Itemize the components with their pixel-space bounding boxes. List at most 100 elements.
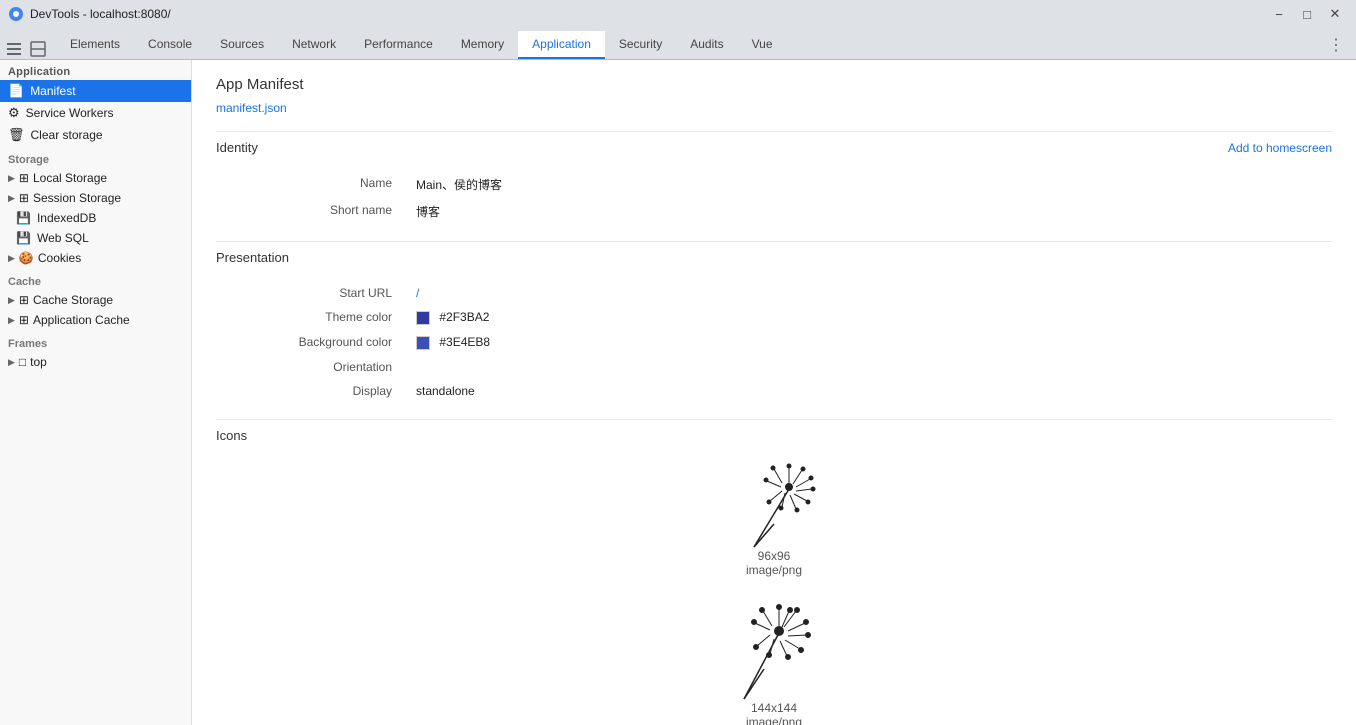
devtools-tabbar: Elements Console Sources Network Perform… xyxy=(0,28,1356,60)
main-area: Application 📄 Manifest ⚙ Service Workers… xyxy=(0,60,1356,725)
name-row: Name Main、侯的博客 xyxy=(216,171,1332,198)
theme-color-row: Theme color #2F3BA2 xyxy=(216,305,1332,330)
cookies-icon: 🍪 xyxy=(19,251,34,265)
expand-arrow-application-cache: ▶ xyxy=(8,315,15,326)
content-inner: App Manifest manifest.json Identity Add … xyxy=(192,60,1356,725)
display-value: standalone xyxy=(416,379,1332,403)
sidebar-item-top[interactable]: ▶ □ top xyxy=(0,352,191,372)
sidebar-label-service-workers: Service Workers xyxy=(26,106,114,120)
presentation-section-header: Presentation xyxy=(216,241,1332,269)
tab-performance[interactable]: Performance xyxy=(350,31,447,59)
content-area: App Manifest manifest.json Identity Add … xyxy=(192,60,1356,725)
icon-entry-144: 144x144 image/png xyxy=(216,601,1332,725)
sidebar-item-clear-storage[interactable]: 🗑 Clear storage xyxy=(0,124,191,146)
sidebar-label-cache-storage: Cache Storage xyxy=(33,293,113,307)
clear-storage-icon: 🗑 xyxy=(8,127,25,143)
tab-security[interactable]: Security xyxy=(605,31,676,59)
sidebar: Application 📄 Manifest ⚙ Service Workers… xyxy=(0,60,192,725)
sidebar-item-indexeddb[interactable]: 💾 IndexedDB xyxy=(0,208,191,228)
indexeddb-icon: 💾 xyxy=(16,211,31,225)
expand-arrow-local-storage: ▶ xyxy=(8,173,15,184)
titlebar-controls: − □ ✕ xyxy=(1266,4,1348,24)
sidebar-label-manifest: Manifest xyxy=(30,84,75,98)
bg-color-label: Background color xyxy=(216,330,416,355)
tab-audits[interactable]: Audits xyxy=(676,31,737,59)
icon-entry-96: 96x96 image/png xyxy=(216,459,1332,577)
bg-color-value: #3E4EB8 xyxy=(416,330,1332,355)
identity-title: Identity xyxy=(216,140,258,155)
add-to-homescreen-link[interactable]: Add to homescreen xyxy=(1228,141,1332,155)
titlebar: DevTools - localhost:8080/ − □ ✕ xyxy=(0,0,1356,28)
session-storage-grid-icon: ⊞ xyxy=(19,191,29,205)
service-workers-icon: ⚙ xyxy=(8,105,20,121)
theme-color-label: Theme color xyxy=(216,305,416,330)
sidebar-label-session-storage: Session Storage xyxy=(33,191,121,205)
display-row: Display standalone xyxy=(216,379,1332,403)
sidebar-item-cache-storage[interactable]: ▶ ⊞ Cache Storage xyxy=(0,290,191,310)
sidebar-label-clear-storage: Clear storage xyxy=(31,128,103,142)
icons-section: 96x96 image/png xyxy=(216,459,1332,725)
titlebar-title: DevTools - localhost:8080/ xyxy=(30,7,171,21)
tab-console[interactable]: Console xyxy=(134,31,206,59)
short-name-value: 博客 xyxy=(416,198,1332,225)
tab-application[interactable]: Application xyxy=(518,31,605,59)
presentation-title: Presentation xyxy=(216,250,289,265)
sidebar-item-session-storage[interactable]: ▶ ⊞ Session Storage xyxy=(0,188,191,208)
devtools-menu-icon[interactable] xyxy=(4,39,24,59)
identity-section-header: Identity Add to homescreen xyxy=(216,131,1332,159)
sidebar-label-application-cache: Application Cache xyxy=(33,313,130,327)
start-url-label: Start URL xyxy=(216,281,416,305)
sidebar-item-local-storage[interactable]: ▶ ⊞ Local Storage xyxy=(0,168,191,188)
tab-sources[interactable]: Sources xyxy=(206,31,278,59)
dock-icon[interactable] xyxy=(28,39,48,59)
icon-image-144 xyxy=(709,601,839,701)
short-name-label: Short name xyxy=(216,198,416,225)
start-url-link[interactable]: / xyxy=(416,286,419,300)
sidebar-item-cookies[interactable]: ▶ 🍪 Cookies xyxy=(0,248,191,268)
orientation-value xyxy=(416,355,1332,379)
web-sql-icon: 💾 xyxy=(16,231,31,245)
icons-section-header: Icons xyxy=(216,419,1332,447)
local-storage-grid-icon: ⊞ xyxy=(19,171,29,185)
icon-type-144: image/png xyxy=(704,715,844,725)
tab-elements[interactable]: Elements xyxy=(56,31,134,59)
presentation-table: Start URL / Theme color #2F3BA2 Backgrou… xyxy=(216,281,1332,403)
application-cache-grid-icon: ⊞ xyxy=(19,313,29,327)
icon-size-144: 144x144 xyxy=(704,701,844,715)
titlebar-left: DevTools - localhost:8080/ xyxy=(8,6,171,22)
theme-color-value: #2F3BA2 xyxy=(416,305,1332,330)
sidebar-label-indexeddb: IndexedDB xyxy=(37,211,96,225)
manifest-json-link[interactable]: manifest.json xyxy=(216,101,287,115)
sidebar-label-local-storage: Local Storage xyxy=(33,171,107,185)
tab-memory[interactable]: Memory xyxy=(447,31,518,59)
sidebar-label-web-sql: Web SQL xyxy=(37,231,89,245)
start-url-row: Start URL / xyxy=(216,281,1332,305)
sidebar-item-manifest[interactable]: 📄 Manifest xyxy=(0,80,191,102)
close-button[interactable]: ✕ xyxy=(1322,4,1348,24)
sidebar-label-top: top xyxy=(30,355,47,369)
bg-color-row: Background color #3E4EB8 xyxy=(216,330,1332,355)
sidebar-section-cache: Cache xyxy=(0,268,191,290)
maximize-button[interactable]: □ xyxy=(1294,4,1320,24)
tab-network[interactable]: Network xyxy=(278,31,350,59)
icon-size-96: 96x96 xyxy=(704,549,844,563)
tabbar-more-button[interactable]: ⋮ xyxy=(1320,31,1352,59)
sidebar-item-application-cache[interactable]: ▶ ⊞ Application Cache xyxy=(0,310,191,330)
expand-arrow-cookies: ▶ xyxy=(8,253,15,264)
expand-arrow-session-storage: ▶ xyxy=(8,193,15,204)
tab-vue[interactable]: Vue xyxy=(738,31,787,59)
bg-color-swatch xyxy=(416,336,430,350)
icons-title: Icons xyxy=(216,428,247,443)
orientation-row: Orientation xyxy=(216,355,1332,379)
sidebar-item-service-workers[interactable]: ⚙ Service Workers xyxy=(0,102,191,124)
minimize-button[interactable]: − xyxy=(1266,4,1292,24)
sidebar-section-storage: Storage xyxy=(0,146,191,168)
expand-arrow-top: ▶ xyxy=(8,357,15,368)
top-frame-icon: □ xyxy=(19,355,26,369)
chrome-icon xyxy=(8,6,24,22)
sidebar-section-application: Application xyxy=(0,60,191,80)
page-title: App Manifest xyxy=(216,76,1332,93)
start-url-value: / xyxy=(416,281,1332,305)
icon-image-96 xyxy=(714,459,834,549)
sidebar-item-web-sql[interactable]: 💾 Web SQL xyxy=(0,228,191,248)
